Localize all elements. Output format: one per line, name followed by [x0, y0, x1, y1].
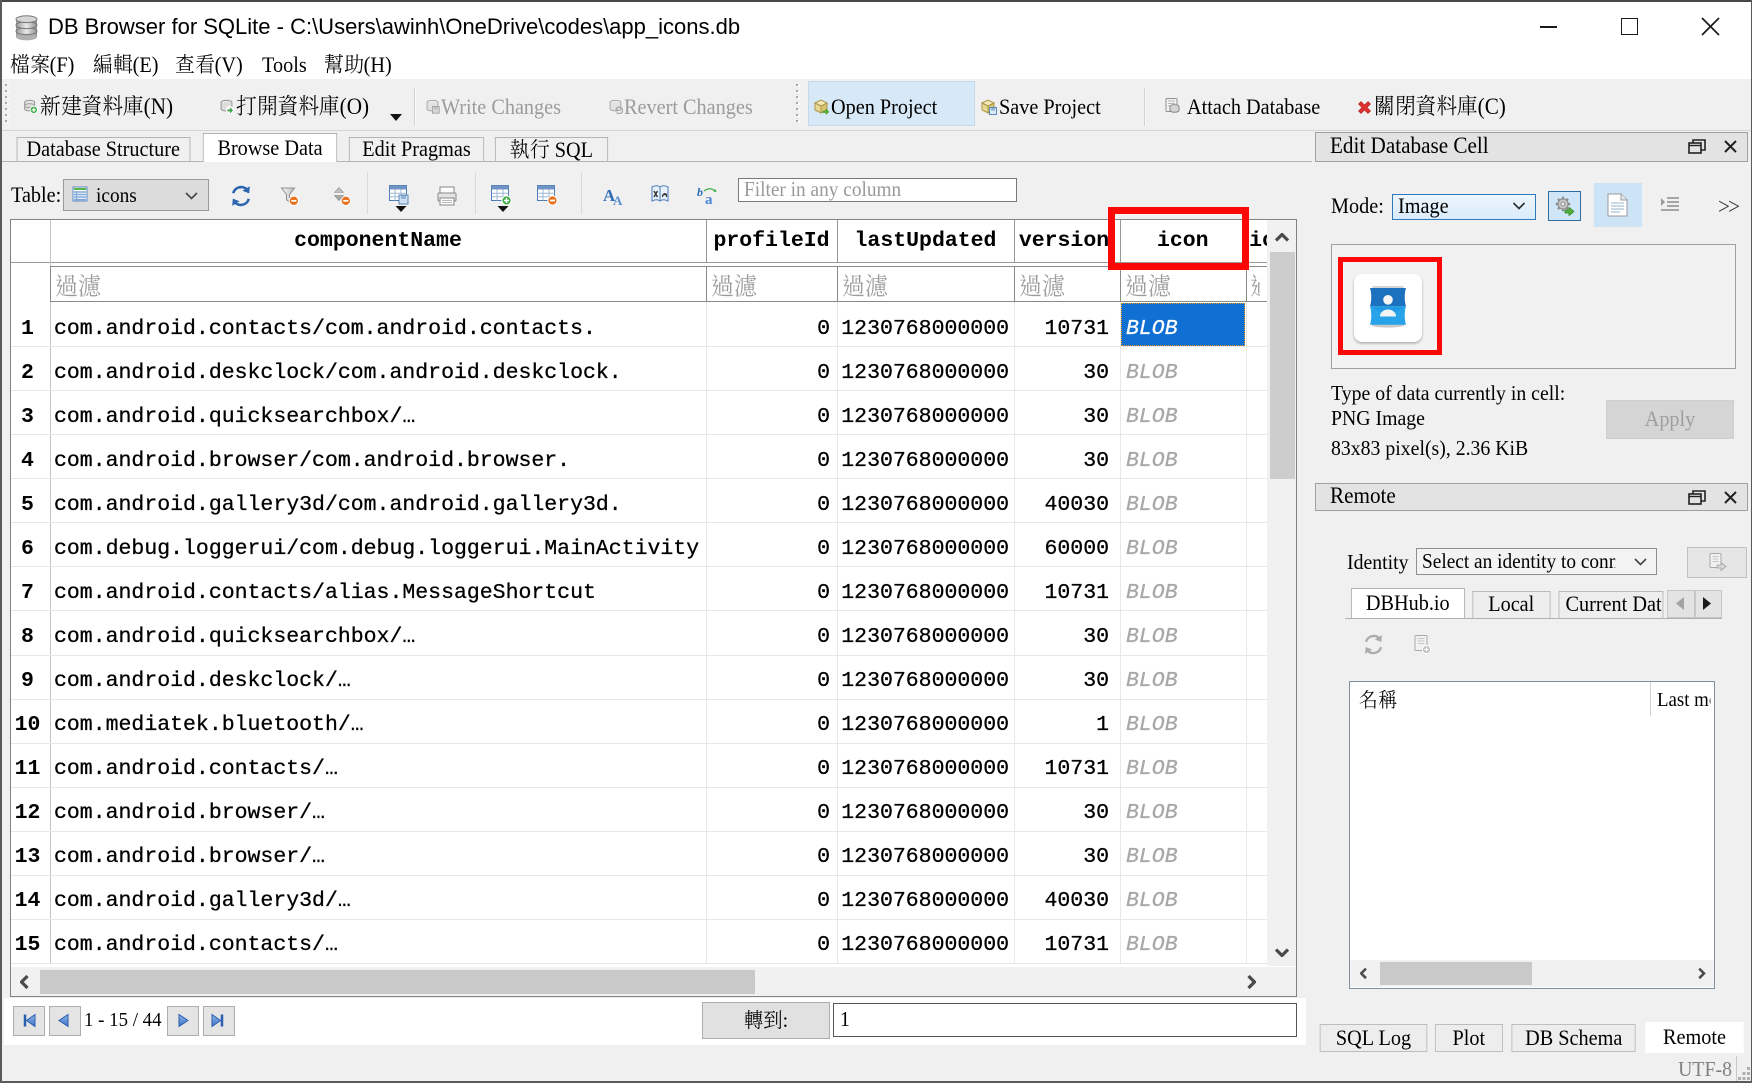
svg-text:a: a [705, 192, 713, 207]
svg-text:b: b [697, 185, 703, 199]
svg-text:A: A [613, 193, 623, 207]
